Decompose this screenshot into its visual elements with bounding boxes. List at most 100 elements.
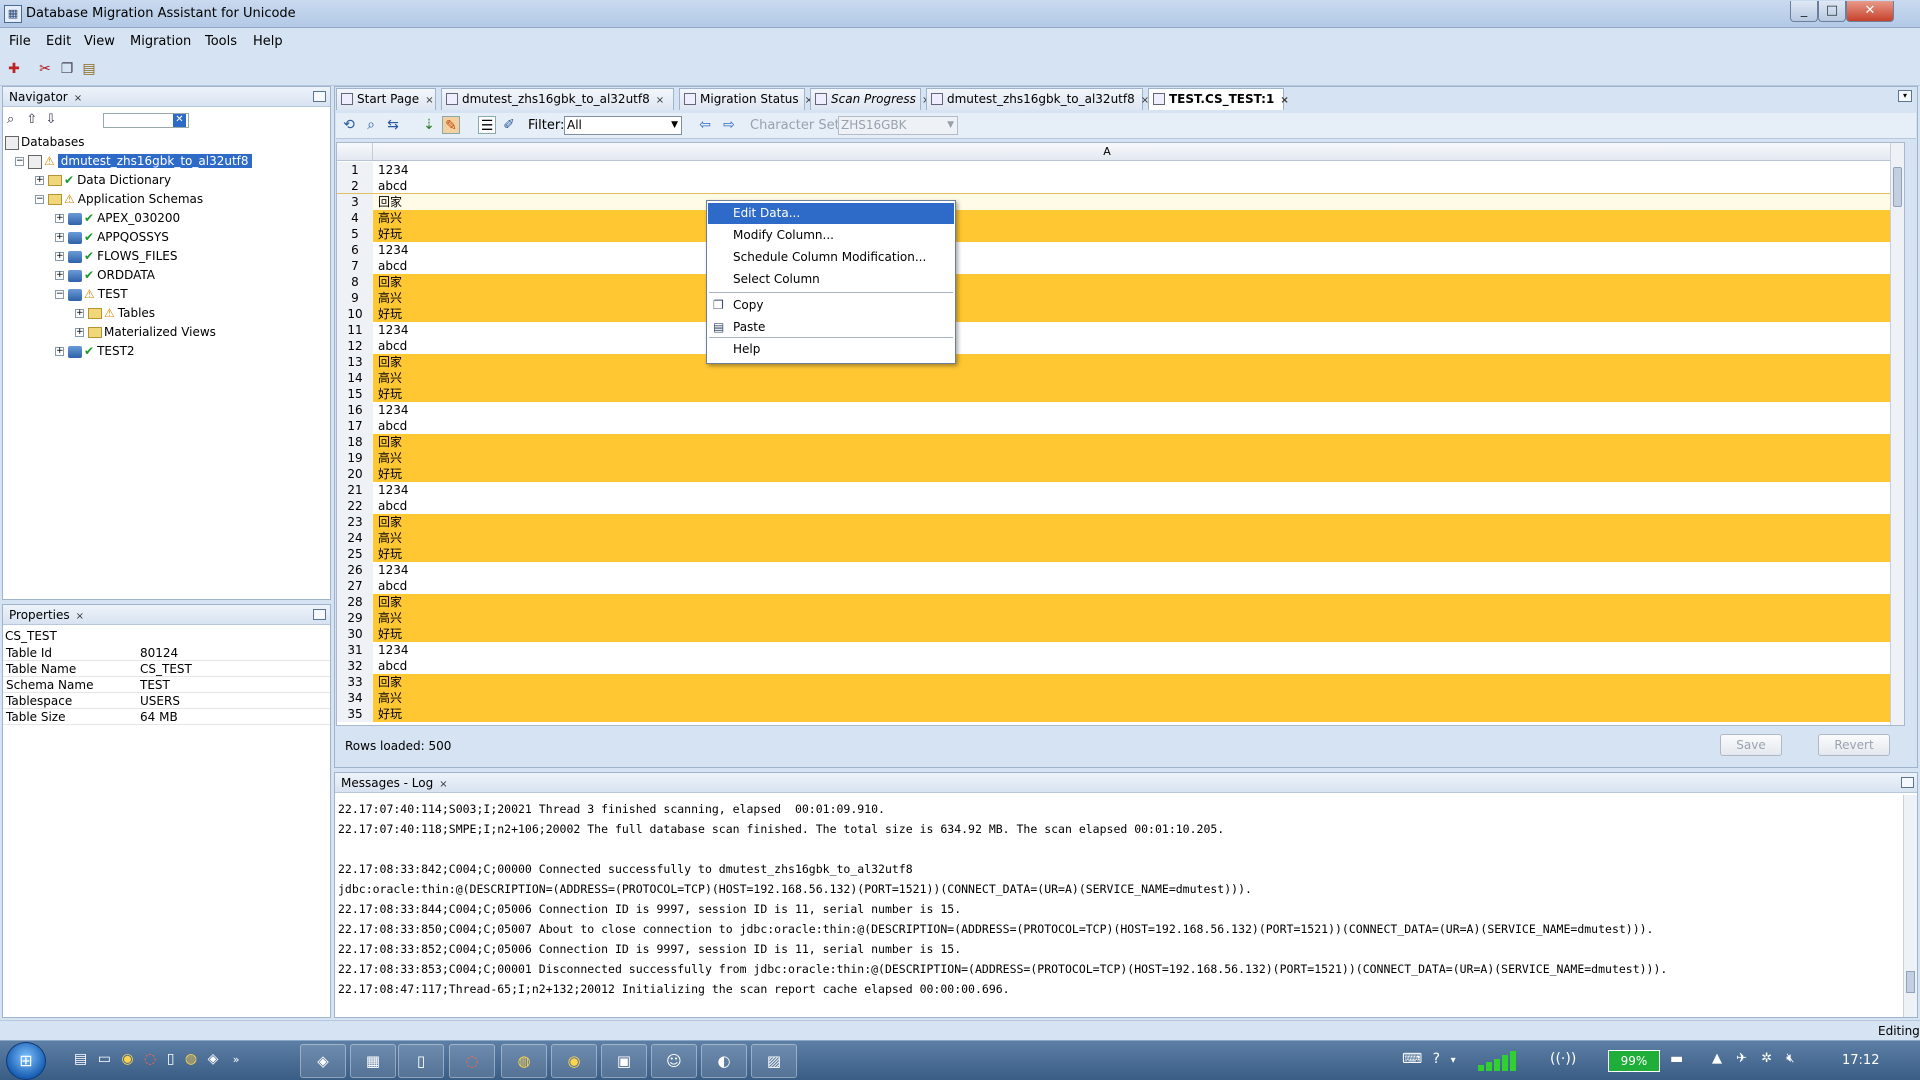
expand-icon[interactable]: + [55,214,64,223]
close-icon[interactable]: × [74,93,82,104]
table-row[interactable]: 34 高兴 [337,690,1904,706]
grid-scrollbar[interactable] [1890,143,1904,725]
wireless-icon[interactable]: ((·)) [1550,1051,1576,1067]
cell-value[interactable]: 好玩 [378,706,402,722]
minimize-panel-icon[interactable] [313,609,326,620]
cell-value[interactable]: 回家 [378,594,402,610]
cell-value[interactable]: 好玩 [378,226,402,242]
windows-start-icon[interactable]: ⊞ [6,1042,46,1080]
cell-value[interactable]: abcd [378,418,407,434]
table-row[interactable]: 14 高兴 [337,370,1904,386]
cell-value[interactable]: 高兴 [378,690,402,706]
cell-value[interactable]: abcd [378,178,407,194]
context-menu-item[interactable]: Help [708,339,954,360]
network-strength-icon[interactable] [1478,1049,1534,1071]
editor-tab[interactable]: Start Page × [336,88,436,110]
explorer-icon[interactable]: ▤ [74,1051,87,1067]
expand-icon[interactable]: + [75,309,84,318]
expand-icon[interactable]: + [55,233,64,242]
taskbar-chrome-icon[interactable]: ◉ [551,1044,597,1078]
editor-tab[interactable]: Scan Progress× [810,88,930,110]
table-row[interactable]: 2 abcd [337,178,1904,194]
tree-item[interactable]: − ⚠ dmutest_zhs16gbk_to_al32utf8 [15,152,252,171]
refresh-icon[interactable]: ⟲ [340,116,358,134]
cell-value[interactable]: abcd [378,258,407,274]
app-icon[interactable]: ◌ [144,1051,156,1067]
tree-item[interactable]: + ✔ FLOWS_FILES [55,247,177,266]
context-menu-item[interactable]: Select Column [708,269,954,290]
close-icon[interactable]: × [76,611,84,622]
table-row[interactable]: 32 abcd [337,658,1904,674]
taskbar-app-icon[interactable]: ◍ [501,1044,547,1078]
down-arrow-icon[interactable]: ⇩ [45,112,56,127]
cell-value[interactable]: 回家 [378,194,402,210]
keyboard-icon[interactable]: ⌨ [1402,1051,1422,1067]
collapse-icon[interactable]: − [55,290,64,299]
cell-value[interactable]: 好玩 [378,306,402,322]
menu-migration[interactable]: Migration [130,34,191,49]
expand-icon[interactable]: + [55,347,64,356]
convert-icon[interactable]: ⇆ [384,116,402,134]
find-icon[interactable]: ⌕ [362,116,380,134]
table-row[interactable]: 19 高兴 [337,450,1904,466]
taskbar-app-icon[interactable]: ☺ [651,1044,697,1078]
filter-toggle-icon[interactable]: ☰ [478,116,496,134]
cell-value[interactable]: 回家 [378,354,402,370]
help-icon[interactable]: ? [1433,1051,1440,1067]
table-row[interactable]: 5 好玩 [337,226,1904,242]
close-icon[interactable]: × [439,779,447,790]
import-icon[interactable]: ⇣ [420,116,438,134]
edit-icon[interactable]: ✐ [500,116,518,134]
previous-icon[interactable]: ⇦ [696,116,714,134]
taskbar-app-icon[interactable]: ◌ [449,1044,495,1078]
new-connection-icon[interactable]: ✚ [5,60,23,78]
cell-value[interactable]: 高兴 [378,210,402,226]
table-row[interactable]: 29 高兴 [337,610,1904,626]
save-button[interactable]: Save [1720,734,1782,756]
table-row[interactable]: 16 1234 [337,402,1904,418]
collapse-icon[interactable]: − [15,157,24,166]
chevron-down-icon[interactable]: ▾ [1451,1055,1456,1066]
show-hidden-icon[interactable]: ▲ [1712,1051,1722,1066]
highlight-icon[interactable]: ✎ [442,116,460,134]
clear-filter-icon[interactable]: ✕ [173,114,186,127]
table-row[interactable]: 28 回家 [337,594,1904,610]
tree-item[interactable]: − ⚠ TEST [55,285,128,304]
battery-indicator[interactable]: 99% [1608,1050,1660,1072]
tree-item[interactable]: + ✔ APEX_030200 [55,209,180,228]
tree-item[interactable]: + Materialized Views [75,323,216,342]
cell-value[interactable]: 1234 [378,562,409,578]
table-row[interactable]: 20 好玩 [337,466,1904,482]
table-row[interactable]: 12 abcd [337,338,1904,354]
cell-value[interactable]: 高兴 [378,290,402,306]
cell-value[interactable]: 1234 [378,642,409,658]
table-row[interactable]: 30 好玩 [337,626,1904,642]
table-row[interactable]: 26 1234 [337,562,1904,578]
menu-help[interactable]: Help [253,34,283,49]
tree-item[interactable]: + ✔ ORDDATA [55,266,155,285]
app-icon[interactable]: ◍ [185,1051,197,1067]
cell-value[interactable]: abcd [378,658,407,674]
virtualbox-icon[interactable]: ◈ [208,1051,219,1067]
table-row[interactable]: 15 好玩 [337,386,1904,402]
chrome-icon[interactable]: ◉ [121,1051,133,1067]
menu-file[interactable]: File [9,34,31,49]
taskbar-virtualbox-icon[interactable]: ◈ [300,1044,346,1078]
editor-tab[interactable]: dmutest_zhs16gbk_to_al32utf8 × [441,88,674,110]
desktop-icon[interactable]: ▭ [98,1051,111,1067]
taskbar-app-icon[interactable]: ▨ [751,1044,797,1078]
table-row[interactable]: 7 abcd [337,258,1904,274]
close-tab-icon[interactable]: × [1280,95,1288,106]
editor-tab[interactable]: TEST.CS_TEST:1 × [1148,88,1289,110]
tree-item[interactable]: + ✔ APPQOSSYS [55,228,169,247]
table-row[interactable]: 23 回家 [337,514,1904,530]
table-row[interactable]: 27 abcd [337,578,1904,594]
taskbar-app-icon[interactable]: ◐ [701,1044,747,1078]
revert-button[interactable]: Revert [1818,734,1890,756]
more-icon[interactable]: » [233,1053,240,1066]
cell-value[interactable]: 回家 [378,434,402,450]
table-row[interactable]: 8 回家 [337,274,1904,290]
taskbar-dmu-icon[interactable]: ▦ [350,1044,396,1078]
context-menu-item[interactable]: Schedule Column Modification... [708,247,954,268]
table-row[interactable]: 24 高兴 [337,530,1904,546]
